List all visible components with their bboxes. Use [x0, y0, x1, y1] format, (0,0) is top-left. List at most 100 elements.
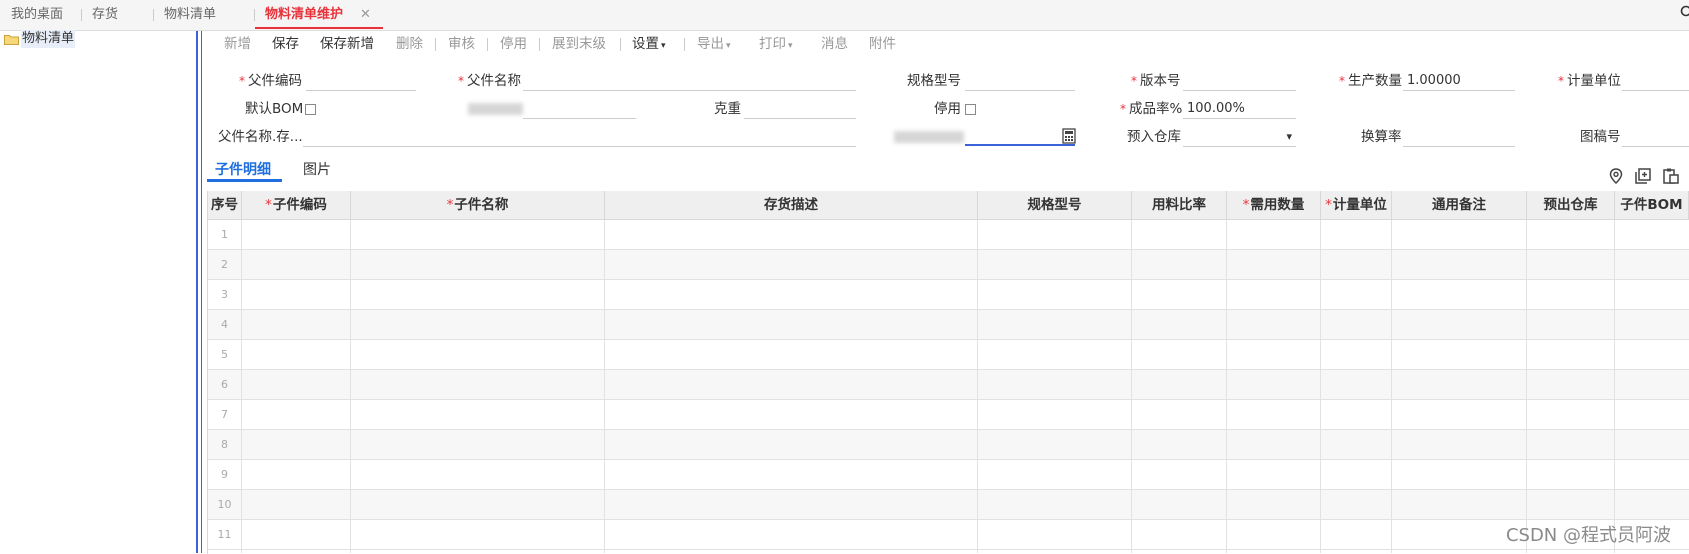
location-pin-icon[interactable] — [1607, 167, 1625, 185]
watermark: CSDN @程式员阿波 — [1506, 521, 1671, 547]
column-header[interactable]: 用料比率 — [1132, 191, 1227, 220]
tab-close-icon[interactable]: ✕ — [360, 0, 371, 30]
tab-bom-maintenance[interactable]: 物料清单维护 — [265, 0, 343, 30]
column-header[interactable]: 规格型号 — [978, 191, 1132, 220]
save-button[interactable]: 保存 — [272, 33, 299, 55]
column-header[interactable]: 存货描述 — [605, 191, 978, 220]
message-button[interactable]: 消息 — [821, 33, 848, 55]
default-bom-label: 默认BOM — [245, 99, 303, 119]
table-row[interactable] — [208, 340, 1689, 370]
column-header[interactable]: *子件编码 — [242, 191, 351, 220]
drawing-no-input[interactable] — [1622, 127, 1689, 147]
column-header[interactable]: *子件名称 — [351, 191, 605, 220]
row-number: 9 — [208, 460, 241, 489]
row-number: 10 — [208, 490, 241, 519]
copy-row-icon[interactable] — [1634, 167, 1652, 185]
tab-my-desktop[interactable]: 我的桌面 — [11, 0, 63, 30]
audit-button[interactable]: 审核 — [448, 33, 475, 55]
column-divider — [1614, 220, 1615, 553]
navigation-tree — [0, 31, 198, 553]
default-bom-checkbox[interactable] — [305, 104, 316, 115]
table-row[interactable] — [208, 310, 1689, 340]
table-row[interactable] — [208, 430, 1689, 460]
column-header-label: 序号 — [211, 197, 238, 213]
required-marker: * — [447, 197, 454, 213]
column-header[interactable]: 通用备注 — [1392, 191, 1527, 220]
table-row[interactable] — [208, 220, 1689, 250]
calculator-icon[interactable] — [1062, 128, 1076, 144]
row-number: 4 — [208, 310, 241, 339]
column-header-label: 通用备注 — [1432, 197, 1486, 213]
export-dropdown[interactable]: 导出▾ — [697, 33, 731, 55]
toolbar-divider — [684, 38, 685, 51]
delete-button[interactable]: 删除 — [396, 33, 423, 55]
redacted-input[interactable] — [523, 99, 636, 119]
redacted-calc-input[interactable] — [965, 126, 1075, 146]
parent-name-stock-input[interactable] — [303, 127, 856, 147]
table-row[interactable] — [208, 250, 1689, 280]
column-header[interactable]: *计量单位 — [1321, 191, 1392, 220]
tab-images[interactable]: 图片 — [303, 158, 331, 182]
column-header-label: 子件名称 — [454, 197, 508, 213]
row-number: 7 — [208, 400, 241, 429]
parent-name-stock-label: 父件名称.存... — [218, 127, 303, 147]
folder-icon — [4, 34, 19, 45]
column-header-label: 用料比率 — [1152, 197, 1206, 213]
column-header[interactable]: *需用数量 — [1227, 191, 1321, 220]
required-marker: * — [1243, 197, 1250, 213]
warehouse-label: 预入仓库 — [1127, 127, 1181, 147]
weight-input[interactable] — [744, 99, 856, 119]
tree-node-bom[interactable]: 物料清单 — [21, 30, 75, 48]
column-header-label: 计量单位 — [1333, 197, 1387, 213]
active-subtab-indicator — [207, 179, 282, 182]
tab-bom-list[interactable]: 物料清单 — [164, 0, 216, 30]
parent-name-input[interactable] — [523, 71, 856, 91]
spec-input[interactable] — [965, 71, 1075, 91]
expand-to-last-level-button[interactable]: 展到末级 — [552, 33, 606, 55]
column-header-label: 需用数量 — [1250, 197, 1304, 213]
splitter[interactable] — [196, 31, 198, 553]
column-header[interactable]: 序号 — [208, 191, 242, 220]
search-icon[interactable] — [1680, 4, 1689, 23]
disable-label: 停用 — [934, 99, 961, 119]
print-label: 打印 — [759, 36, 786, 52]
version-input[interactable] — [1183, 71, 1296, 91]
table-row[interactable] — [208, 400, 1689, 430]
new-button[interactable]: 新增 — [224, 33, 251, 55]
required-marker: * — [1325, 197, 1332, 213]
redacted-label — [468, 103, 523, 115]
column-header-label: 预出仓库 — [1544, 197, 1598, 213]
table-row[interactable] — [208, 460, 1689, 490]
column-header[interactable]: 预出仓库 — [1527, 191, 1615, 220]
disable-button[interactable]: 停用 — [500, 33, 527, 55]
disable-checkbox[interactable] — [965, 104, 976, 115]
yield-rate-label: 成品率% — [1120, 99, 1182, 119]
row-number: 8 — [208, 430, 241, 459]
print-dropdown[interactable]: 打印▾ — [759, 33, 793, 55]
production-qty-label: 生产数量 — [1339, 71, 1402, 91]
toolbar-divider — [620, 38, 621, 51]
uom-input[interactable] — [1622, 71, 1689, 91]
column-divider — [350, 220, 351, 553]
settings-dropdown[interactable]: 设置▾ — [632, 33, 666, 55]
table-row[interactable] — [208, 490, 1689, 520]
conversion-rate-input[interactable] — [1403, 127, 1515, 147]
paste-icon[interactable] — [1662, 167, 1680, 185]
table-row[interactable] — [208, 370, 1689, 400]
weight-label: 克重 — [714, 99, 741, 119]
column-header[interactable]: 子件BOM — [1615, 191, 1689, 220]
warehouse-select[interactable]: ▾ — [1183, 127, 1296, 147]
table-row[interactable] — [208, 520, 1689, 550]
column-divider — [1131, 220, 1132, 553]
column-divider — [604, 220, 605, 553]
save-and-new-button[interactable]: 保存新增 — [320, 33, 374, 55]
attachment-button[interactable]: 附件 — [869, 33, 896, 55]
table-row[interactable] — [208, 280, 1689, 310]
tab-inventory[interactable]: 存货 — [92, 0, 118, 30]
parent-code-input[interactable] — [306, 71, 416, 91]
yield-rate-input[interactable]: 100.00% — [1183, 99, 1296, 119]
production-qty-input[interactable]: 1.00000 — [1403, 71, 1515, 91]
row-number: 3 — [208, 280, 241, 309]
chevron-down-icon: ▾ — [788, 41, 793, 51]
export-label: 导出 — [697, 36, 724, 52]
